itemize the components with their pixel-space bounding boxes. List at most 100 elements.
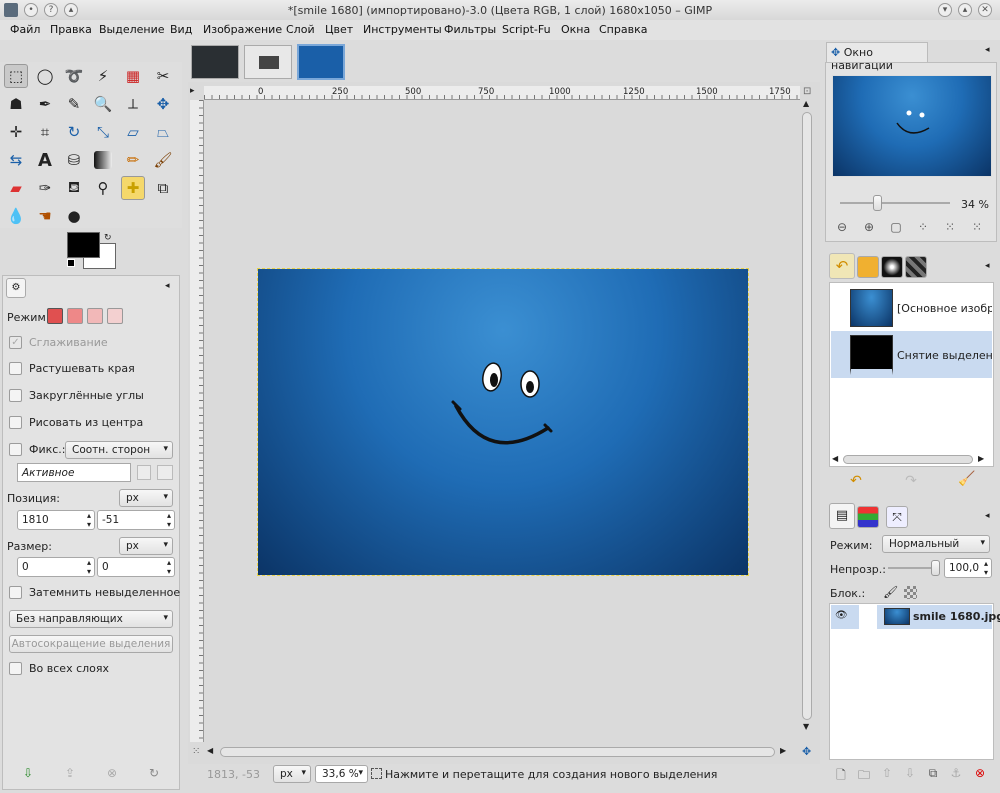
portrait-icon[interactable] (137, 465, 151, 480)
align-icon[interactable]: ✛ (4, 120, 28, 144)
undo-tab-icon[interactable]: ↶ (829, 253, 855, 279)
blur-icon[interactable]: 💧 (4, 204, 28, 228)
tool-options-tab-icon[interactable]: ⚙ (6, 278, 26, 298)
horizontal-scrollbar[interactable] (220, 747, 775, 757)
perspective-clone-icon[interactable]: ⧉ (151, 176, 175, 200)
undo-icon[interactable]: ↶ (848, 473, 864, 489)
dock-menu-icon[interactable]: ◂ (985, 511, 990, 521)
scroll-right-icon[interactable]: ▶ (780, 746, 786, 755)
swap-colors-icon[interactable]: ↻ (104, 233, 112, 243)
menu-filters[interactable]: Фильтры (444, 23, 496, 36)
quick-mask-icon[interactable]: ⁙ (192, 746, 200, 757)
delete-layer-icon[interactable]: ⊗ (972, 766, 988, 780)
fixed-checkbox[interactable] (9, 443, 22, 456)
shrink-wrap-icon[interactable]: ⁙ (969, 220, 985, 234)
foreground-color[interactable] (67, 232, 100, 258)
undo-item[interactable]: [Основное изобра (831, 284, 992, 330)
scroll-up-icon[interactable]: ▲ (803, 99, 809, 108)
redo-icon[interactable]: ↷ (903, 473, 919, 489)
menu-view[interactable]: Вид (170, 23, 192, 36)
flip-icon[interactable]: ⇆ (4, 148, 28, 172)
lower-layer-icon[interactable]: ⇩ (902, 766, 918, 780)
shear-icon[interactable]: ▱ (121, 120, 145, 144)
navigate-icon[interactable]: ✥ (802, 745, 811, 758)
lock-pixels-icon[interactable]: 🖌 (883, 585, 898, 599)
size-height-input[interactable]: 0 ▴ ▾ (97, 557, 175, 577)
color-select-icon[interactable]: ▦ (121, 64, 145, 88)
landscape-icon[interactable] (157, 465, 173, 480)
menu-select[interactable]: Выделение (99, 23, 165, 36)
patterns-tab-icon[interactable] (905, 256, 927, 278)
scroll-left-icon[interactable]: ◀ (207, 746, 213, 755)
dock-menu-icon[interactable]: ◂ (985, 261, 990, 271)
size-unit-select[interactable]: px ▾ (119, 537, 173, 555)
duplicate-layer-icon[interactable]: ⧉ (925, 766, 941, 781)
rect-select-icon[interactable]: ⬚ (4, 64, 28, 88)
crop-icon[interactable]: ⌗ (33, 120, 57, 144)
vertical-ruler[interactable] (190, 100, 204, 742)
size-width-input[interactable]: 0 ▴ ▾ (17, 557, 95, 577)
scale-icon[interactable]: ⤡ (91, 120, 115, 144)
nav-zoom-slider[interactable] (840, 202, 950, 204)
clone-icon[interactable]: ⚲ (91, 176, 115, 200)
scissors-icon[interactable]: ✂ (151, 64, 175, 88)
paths-icon[interactable]: ✒ (33, 92, 57, 116)
status-unit-select[interactable]: px ▾ (273, 765, 311, 783)
measure-icon[interactable]: ⟂ (121, 92, 145, 116)
paths-tab-icon[interactable]: ⤧ (886, 506, 908, 528)
scroll-left-icon[interactable]: ◀ (832, 454, 838, 463)
antialias-checkbox[interactable]: ✓ (9, 336, 22, 349)
feather-checkbox[interactable] (9, 362, 22, 375)
vertical-scrollbar[interactable] (802, 112, 812, 720)
foreground-select-icon[interactable]: ☗ (4, 92, 28, 116)
highlight-checkbox[interactable] (9, 586, 22, 599)
position-y-input[interactable]: -51 ▴ ▾ (97, 510, 175, 530)
image-canvas[interactable] (257, 268, 749, 576)
menu-image[interactable]: Изображение (203, 23, 282, 36)
channels-tab-icon[interactable] (857, 506, 879, 528)
zoom-fill-icon[interactable]: ⁙ (942, 220, 958, 234)
delete-options-icon[interactable]: ⊗ (104, 766, 120, 780)
menu-help[interactable]: Справка (599, 23, 647, 36)
mode-intersect-icon[interactable] (107, 308, 123, 324)
palettes-tab-icon[interactable] (857, 256, 879, 278)
new-layer-icon[interactable]: 🗋 (833, 766, 849, 787)
rounded-checkbox[interactable] (9, 389, 22, 402)
heal-icon[interactable]: ✚ (121, 176, 145, 200)
navigation-tab[interactable]: ✥ Окно навигации (826, 42, 928, 72)
image-tab-3[interactable] (297, 44, 345, 80)
opacity-input[interactable]: 100,0 ▴ ▾ (944, 558, 992, 578)
paintbrush-icon[interactable]: 🖌 (151, 148, 175, 172)
minimize-button[interactable]: ▾ (938, 3, 952, 17)
mode-replace-icon[interactable] (47, 308, 63, 324)
zoom-fit-icon[interactable]: ⊡ (803, 86, 811, 97)
raise-layer-icon[interactable]: ⇧ (879, 766, 895, 780)
eye-icon[interactable]: 👁 (835, 610, 848, 621)
scroll-right-icon[interactable]: ▶ (978, 454, 984, 463)
autoshrink-button[interactable]: Автосокращение выделения (9, 635, 173, 653)
layer-mode-select[interactable]: Нормальный ▾ (882, 535, 990, 553)
ink-icon[interactable]: ⛾ (62, 176, 86, 200)
zoom-out-icon[interactable]: ⊖ (834, 220, 850, 234)
menu-color[interactable]: Цвет (325, 23, 353, 36)
zoom-in-icon[interactable]: ⊕ (861, 220, 877, 234)
menu-layer[interactable]: Слой (286, 23, 315, 36)
fuzzy-select-icon[interactable]: ⚡ (91, 64, 115, 88)
smudge-icon[interactable]: ☚ (33, 204, 57, 228)
ellipse-select-icon[interactable]: ◯ (33, 64, 57, 88)
guides-select[interactable]: Без направляющих ▾ (9, 610, 173, 628)
pencil-icon[interactable]: ✏ (121, 148, 145, 172)
anchor-layer-icon[interactable]: ⚓ (948, 766, 964, 780)
dodge-burn-icon[interactable]: ● (62, 204, 86, 228)
mode-add-icon[interactable] (67, 308, 83, 324)
navigation-preview[interactable] (832, 75, 992, 177)
rotate-icon[interactable]: ↻ (62, 120, 86, 144)
fixed-mode-select[interactable]: Соотн. сторон ▾ (65, 441, 173, 459)
undo-scrollbar[interactable] (843, 455, 973, 464)
layer-row[interactable]: 👁 smile 1680.jpg (831, 605, 1000, 629)
menu-file[interactable]: Файл (10, 23, 40, 36)
zoom-select[interactable]: 33,6 % ▾ (315, 765, 368, 783)
position-unit-select[interactable]: px ▾ (119, 489, 173, 507)
perspective-icon[interactable]: ⏢ (151, 120, 175, 144)
zoom-fit-image-icon[interactable]: ⁘ (915, 220, 931, 234)
